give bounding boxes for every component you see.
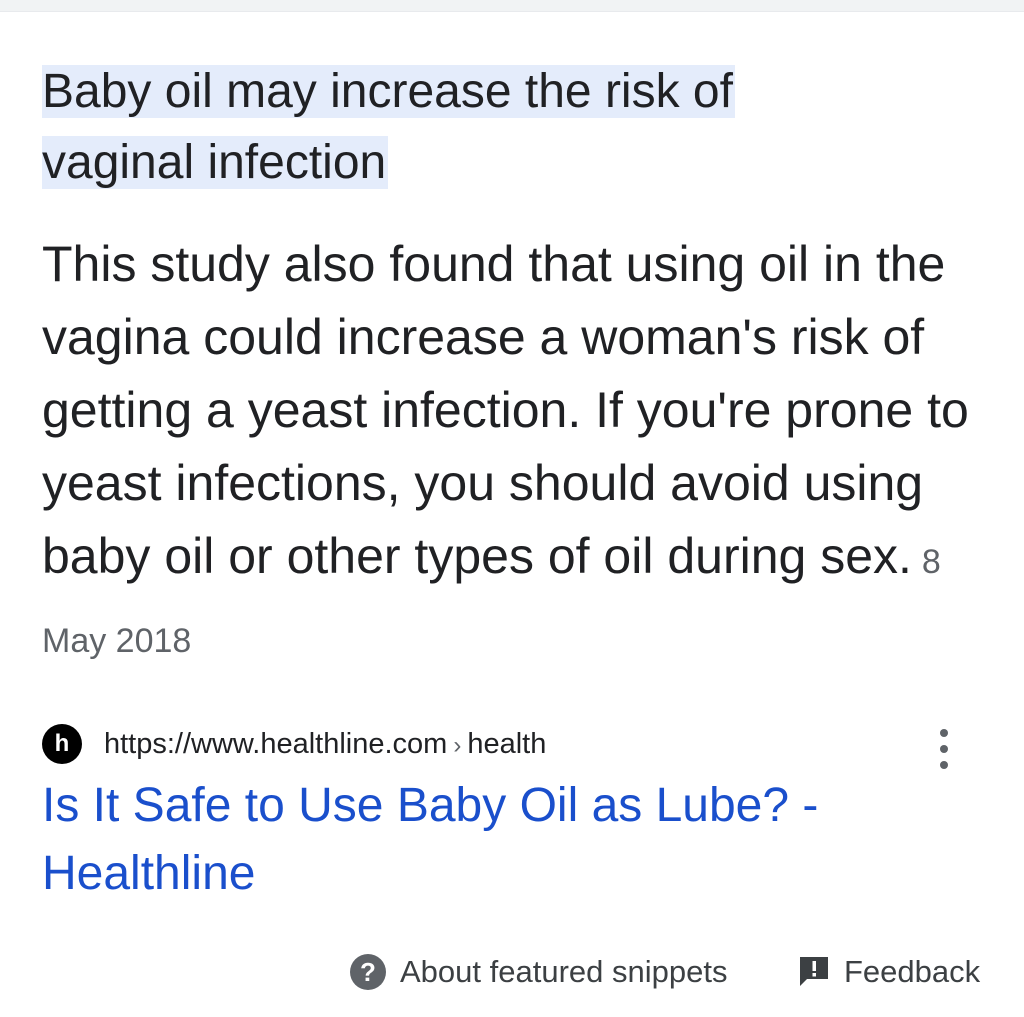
- feedback-label: Feedback: [844, 954, 981, 989]
- source-url: https://www.healthline.com: [104, 727, 448, 760]
- about-label: About featured snippets: [400, 954, 728, 989]
- top-divider: [0, 0, 1024, 12]
- help-icon: ?: [350, 954, 386, 990]
- snippet-body: This study also found that using oil in …: [42, 228, 972, 678]
- more-options-button[interactable]: [924, 724, 964, 774]
- result-title-link[interactable]: Is It Safe to Use Baby Oil as Lube? - He…: [42, 772, 942, 908]
- snippet-footer: ? About featured snippets Feedback: [0, 946, 1024, 1006]
- feedback-icon: [800, 957, 828, 986]
- more-vert-icon-dot: [940, 729, 948, 737]
- breadcrumb-separator: ›: [453, 731, 462, 759]
- snippet-body-text: This study also found that using oil in …: [42, 236, 969, 584]
- featured-snippet: Baby oil may increase the risk of vagina…: [42, 56, 992, 678]
- snippet-heading-line2: vaginal infection: [42, 136, 389, 189]
- source-row[interactable]: h https://www.healthline.com › health: [42, 722, 992, 769]
- healthline-favicon-icon: h: [42, 724, 82, 764]
- snippet-heading: Baby oil may increase the risk of vagina…: [42, 56, 992, 198]
- snippet-heading-line1: Baby oil may increase the risk of: [42, 65, 735, 118]
- source-path: health: [467, 727, 547, 760]
- favicon-letter: h: [54, 730, 70, 757]
- source-breadcrumb[interactable]: https://www.healthline.com › health: [104, 728, 546, 761]
- feedback-button[interactable]: Feedback: [798, 954, 980, 990]
- more-vert-icon-dot: [940, 745, 948, 753]
- more-vert-icon-dot: [940, 761, 948, 769]
- about-featured-snippets-link[interactable]: ? About featured snippets: [350, 954, 727, 990]
